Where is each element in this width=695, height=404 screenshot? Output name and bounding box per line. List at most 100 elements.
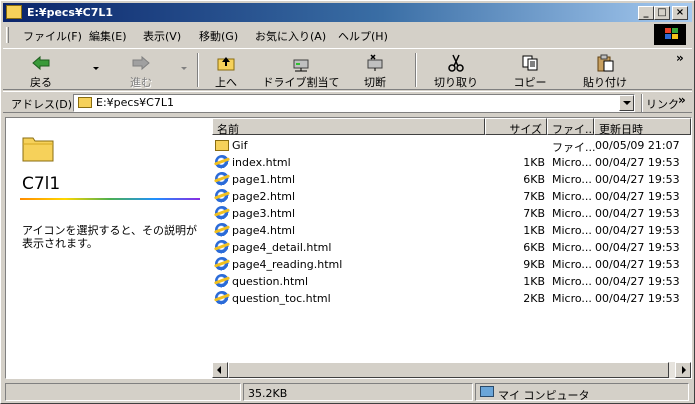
folder-icon	[215, 140, 229, 151]
file-name: page2.html	[232, 190, 296, 203]
toolbar-separator	[415, 53, 417, 87]
explorer-window: E:¥pecs¥C7L1 _ □ × ファイル(F) 編集(E) 表示(V) 移…	[0, 0, 695, 404]
arrow-left-icon	[217, 366, 221, 374]
menu-go[interactable]: 移動(G)	[199, 28, 238, 44]
large-folder-icon	[22, 137, 54, 162]
file-size: 2KB	[523, 292, 545, 305]
title-bar[interactable]: E:¥pecs¥C7L1 _ □ ×	[3, 3, 692, 22]
links-button[interactable]: リンク	[646, 96, 679, 112]
selection-hint-text: アイコンを選択すると、その説明が表示されます。	[22, 224, 198, 250]
file-list: 名前 サイズ ファイ... 更新日時 Gif ファイ... 00/05/09 2…	[212, 118, 691, 378]
copy-button[interactable]: コピー	[507, 51, 553, 89]
scroll-left-button[interactable]	[212, 362, 228, 378]
minimize-button[interactable]: _	[638, 6, 654, 20]
scroll-thumb[interactable]	[228, 362, 669, 378]
close-button[interactable]: ×	[672, 6, 688, 20]
copy-label: コピー	[513, 76, 547, 89]
menu-grip[interactable]	[6, 27, 9, 43]
window-title: E:¥pecs¥C7L1	[27, 6, 114, 19]
up-label: 上へ	[215, 76, 237, 89]
windows-logo-icon	[654, 24, 686, 45]
file-modified: 00/04/27 19:53	[595, 207, 680, 220]
column-header-name[interactable]: 名前	[212, 118, 485, 136]
back-button[interactable]: 戻る	[15, 51, 67, 89]
my-computer-icon	[480, 386, 494, 397]
file-name: page4_reading.html	[232, 258, 343, 271]
menu-view[interactable]: 表示(V)	[143, 28, 181, 44]
file-name: question_toc.html	[232, 292, 331, 305]
file-modified: 00/04/27 19:53	[595, 173, 680, 186]
html-file-icon	[215, 155, 229, 169]
file-name: page3.html	[232, 207, 296, 220]
html-file-icon	[215, 223, 229, 237]
file-modified: 00/05/09 21:07	[595, 139, 680, 152]
html-file-icon	[215, 206, 229, 220]
rainbow-divider	[20, 198, 200, 200]
menu-edit[interactable]: 編集(E)	[89, 28, 127, 44]
back-arrow-icon	[32, 55, 50, 71]
map-drive-button[interactable]: ドライブ割当て	[259, 51, 343, 89]
file-type: Micro...	[552, 241, 592, 254]
file-row[interactable]: Gif ファイ... 00/05/09 21:07	[212, 137, 691, 154]
status-panel-info	[5, 383, 241, 401]
html-file-icon	[215, 240, 229, 254]
content-area: C7l1 アイコンを選択すると、その説明が表示されます。 名前 サイズ ファイ.…	[5, 117, 692, 379]
status-panel-size: 35.2KB	[243, 383, 473, 401]
html-file-icon	[215, 172, 229, 186]
back-dropdown-arrow[interactable]	[93, 67, 99, 70]
file-type: ファイ...	[552, 141, 596, 154]
address-input[interactable]: E:¥pecs¥C7L1	[73, 94, 635, 112]
status-panel-location: マイ コンピュータ	[475, 383, 689, 402]
forward-button[interactable]: 進む	[115, 51, 167, 89]
file-row[interactable]: page3.html 7KB Micro... 00/04/27 19:53	[212, 205, 691, 222]
folder-name-heading: C7l1	[22, 174, 61, 194]
file-name: page1.html	[232, 173, 296, 186]
web-view-panel: C7l1 アイコンを選択すると、その説明が表示されます。	[6, 118, 212, 378]
file-row[interactable]: question_toc.html 2KB Micro... 00/04/27 …	[212, 290, 691, 307]
file-row[interactable]: page4_reading.html 9KB Micro... 00/04/27…	[212, 256, 691, 273]
maximize-button[interactable]: □	[654, 6, 670, 20]
arrow-right-icon	[682, 366, 686, 374]
back-label: 戻る	[30, 76, 52, 89]
file-size: 1KB	[523, 156, 545, 169]
forward-arrow-icon	[132, 55, 150, 71]
disconnect-icon	[367, 54, 383, 71]
file-row[interactable]: page4_detail.html 6KB Micro... 00/04/27 …	[212, 239, 691, 256]
menu-favorites[interactable]: お気に入り(A)	[255, 28, 326, 44]
toolbar-overflow-chevron[interactable]: »	[676, 51, 684, 65]
file-size: 7KB	[523, 207, 545, 220]
file-modified: 00/04/27 19:53	[595, 292, 680, 305]
menu-help[interactable]: ヘルプ(H)	[338, 28, 388, 44]
status-size: 35.2KB	[248, 387, 288, 400]
file-size: 6KB	[523, 241, 545, 254]
status-bar: 35.2KB マイ コンピュータ	[3, 382, 692, 402]
menu-bar: ファイル(F) 編集(E) 表示(V) 移動(G) お気に入り(A) ヘルプ(H…	[3, 24, 692, 46]
horizontal-scrollbar[interactable]	[212, 362, 691, 378]
file-type: Micro...	[552, 207, 592, 220]
html-file-icon	[215, 274, 229, 288]
file-size: 6KB	[523, 173, 545, 186]
menu-file[interactable]: ファイル(F)	[23, 28, 82, 44]
address-dropdown-button[interactable]	[619, 95, 634, 111]
forward-dropdown-arrow[interactable]	[181, 67, 187, 70]
folder-icon	[78, 97, 92, 108]
column-header-type[interactable]: ファイ...	[547, 118, 596, 136]
scroll-right-button[interactable]	[675, 362, 691, 378]
file-row[interactable]: index.html 1KB Micro... 00/04/27 19:53	[212, 154, 691, 171]
cut-button[interactable]: 切り取り	[427, 51, 485, 89]
column-header-size[interactable]: サイズ	[485, 118, 547, 136]
standard-toolbar: 戻る 進む 上へ ドライブ割当て 切断 切り取り コピー 貼り付け »	[3, 48, 692, 90]
address-bar: アドレス(D) E:¥pecs¥C7L1 リンク »	[3, 91, 692, 113]
links-overflow-chevron[interactable]: »	[678, 93, 686, 107]
file-row[interactable]: question.html 1KB Micro... 00/04/27 19:5…	[212, 273, 691, 290]
copy-icon	[522, 55, 538, 71]
file-row[interactable]: page1.html 6KB Micro... 00/04/27 19:53	[212, 171, 691, 188]
up-button[interactable]: 上へ	[203, 51, 249, 89]
disconnect-button[interactable]: 切断	[353, 51, 397, 89]
file-row[interactable]: page2.html 7KB Micro... 00/04/27 19:53	[212, 188, 691, 205]
column-header-modified[interactable]: 更新日時	[594, 118, 691, 136]
file-row[interactable]: page4.html 1KB Micro... 00/04/27 19:53	[212, 222, 691, 239]
file-size: 7KB	[523, 190, 545, 203]
address-separator	[641, 94, 643, 112]
paste-button[interactable]: 貼り付け	[575, 51, 635, 89]
